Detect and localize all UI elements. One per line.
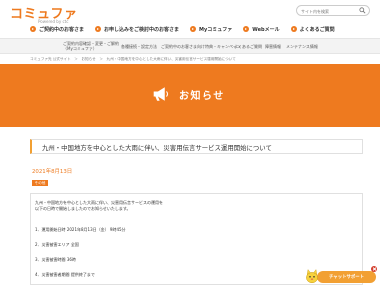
- arrow-circle-icon: [243, 26, 250, 32]
- sub-nav-label: 障害情報: [265, 43, 281, 49]
- page-banner: お知らせ: [0, 64, 380, 127]
- sub-nav-contract[interactable]: ご契約内容確認・変更・ご解約 （Myコミュファ）: [63, 39, 119, 55]
- sub-nav: ご契約内容確認・変更・ご解約 （Myコミュファ） 各種接続・設定方法 ご契約中の…: [0, 38, 380, 54]
- nav-label: よくあるご質問: [299, 26, 335, 33]
- arrow-circle-icon: [95, 26, 102, 32]
- close-icon[interactable]: [371, 266, 377, 272]
- arrow-circle-icon: [290, 26, 297, 32]
- logo[interactable]: コミュファ Powered by ctc: [10, 3, 78, 24]
- nav-label: お申し込みをご検討中のお客さま: [104, 26, 180, 33]
- article: 九州・中国地方を中心とした大雨に伴い、災害用伝言サービス運用開始について 202…: [30, 139, 363, 285]
- sub-nav-faq[interactable]: よくあるご質問: [234, 39, 262, 55]
- sub-nav-label: 各種接続・設定方法: [121, 43, 157, 49]
- nav-label: Myコミュファ: [199, 26, 233, 33]
- site-header: コミュファ Powered by ctc ご契約中のお客さま お申し込みをご検討…: [0, 0, 380, 38]
- nav-label: ご契約中のお客さま: [39, 26, 85, 33]
- body-line: 3．災害被害時間 36時: [35, 257, 76, 262]
- nav-label: Webメール: [252, 26, 280, 33]
- page-title: お知らせ: [179, 90, 225, 102]
- article-title: 九州・中国地方を中心とした大雨に伴い、災害用伝言サービス運用開始について: [42, 144, 272, 152]
- mascot-icon[interactable]: [304, 268, 320, 284]
- arrow-circle-icon: [30, 26, 36, 32]
- article-title-box: 九州・中国地方を中心とした大雨に伴い、災害用伝言サービス運用開始について: [30, 139, 363, 154]
- nav-item-webmail[interactable]: Webメール: [243, 23, 280, 35]
- sub-nav-maintenance[interactable]: メンテナンス情報: [286, 39, 318, 55]
- main-nav: ご契約中のお客さま お申し込みをご検討中のお客さま Myコミュファ Webメール…: [30, 23, 370, 35]
- search-input[interactable]: [301, 7, 359, 15]
- banner-content: お知らせ: [152, 86, 225, 102]
- nav-item-my-commufa[interactable]: Myコミュファ: [190, 23, 232, 35]
- sub-nav-label: メンテナンス情報: [286, 43, 318, 49]
- sub-nav-label-secondary: （Myコミュファ）: [63, 46, 97, 51]
- megaphone-icon: [153, 87, 169, 101]
- sub-nav-label: よくあるご質問: [234, 43, 262, 49]
- body-line: 以下の日時で開始しましたのでお知らせいたします。: [35, 206, 131, 211]
- body-line: 2．災害被害エリア 全国: [35, 242, 79, 247]
- sub-nav-outage[interactable]: 障害情報: [265, 39, 281, 55]
- category-badge: その他: [32, 180, 48, 186]
- sub-nav-settings[interactable]: 各種接続・設定方法: [121, 39, 157, 55]
- chat-support-label: チャットサポート: [328, 275, 365, 280]
- arrow-circle-icon: [190, 26, 197, 32]
- article-date: 2021年8月13日: [32, 169, 73, 175]
- body-line: 4．災害被害者期間 提供終了まで: [35, 272, 95, 277]
- search-box[interactable]: [296, 5, 370, 16]
- sub-nav-campaigns[interactable]: ご契約中のお客さま向け特典・キャンペーン: [161, 39, 241, 55]
- nav-item-faq[interactable]: よくあるご質問: [290, 23, 335, 35]
- chat-support-widget[interactable]: チャットサポート: [304, 266, 378, 285]
- breadcrumb[interactable]: コミュファ光 公式サイト ＞ お知らせ ＞ 九州・中国地方を中心とした大雨に伴い…: [30, 57, 236, 62]
- nav-item-current-customers[interactable]: ご契約中のお客さま: [30, 23, 84, 35]
- sub-nav-label: ご契約中のお客さま向け特典・キャンペーン: [161, 43, 241, 49]
- nav-item-prospective-customers[interactable]: お申し込みをご検討中のお客さま: [95, 23, 179, 35]
- search-icon[interactable]: [359, 7, 366, 14]
- body-line: 1．運用開始日時 2021年8月13日（金） 9時45分: [35, 227, 126, 232]
- chat-support-button[interactable]: チャットサポート: [317, 271, 376, 283]
